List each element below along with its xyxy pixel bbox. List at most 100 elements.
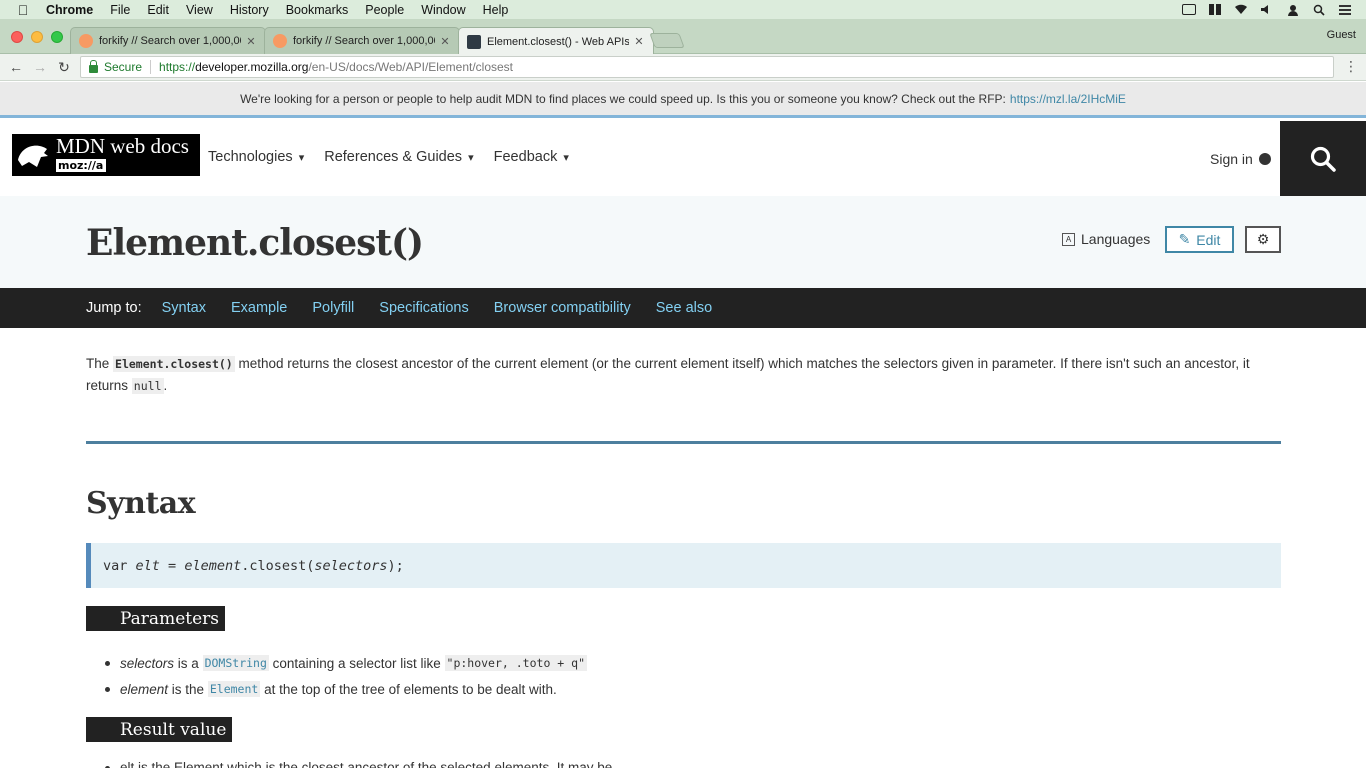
syntax-eq: =: [159, 557, 185, 574]
banner-link[interactable]: https://mzl.la/2IHcMiE: [1010, 92, 1126, 106]
tab-forkify-2[interactable]: forkify // Search over 1,000,000 ✕: [264, 27, 460, 54]
tab-close-icon[interactable]: ✕: [245, 35, 257, 48]
inline-code: "p:hover, .toto + q": [444, 655, 587, 671]
param-text: is the: [171, 681, 205, 697]
menu-edit[interactable]: Edit: [147, 3, 169, 17]
mdn-logo[interactable]: MDN web docs moz://a: [12, 134, 200, 176]
jump-bar: Jump to: Syntax Example Polyfill Specifi…: [0, 288, 1366, 328]
tab-title: forkify // Search over 1,000,000: [293, 35, 435, 47]
url-separator: [150, 60, 152, 74]
syntax-close: );: [387, 557, 404, 574]
new-tab-button[interactable]: [649, 33, 685, 48]
jump-link-specifications[interactable]: Specifications: [379, 300, 468, 316]
tiles-icon[interactable]: [1208, 4, 1222, 16]
param-term: selectors: [120, 655, 175, 671]
jump-label: Jump to:: [86, 300, 142, 316]
syntax-method: .closest(: [241, 557, 315, 574]
maximize-window-button[interactable]: [51, 31, 63, 43]
nav-references-guides[interactable]: References & Guides: [324, 149, 473, 165]
parameters-list: selectors is a DOMString containing a se…: [105, 650, 587, 702]
logo-text: MDN web docs moz://a: [54, 134, 200, 176]
element-link[interactable]: Element: [207, 681, 261, 697]
menu-help[interactable]: Help: [483, 3, 509, 17]
tab-title: forkify // Search over 1,000,000: [99, 35, 241, 47]
wifi-icon[interactable]: [1234, 4, 1248, 16]
back-arrow-icon[interactable]: ←: [4, 59, 28, 75]
section-divider: [86, 441, 1281, 444]
menu-file[interactable]: File: [110, 3, 130, 17]
reload-icon[interactable]: ↻: [52, 59, 76, 76]
mdn-favicon-icon: [467, 34, 481, 49]
tab-element-closest[interactable]: Element.closest() - Web APIs ✕: [458, 27, 654, 55]
jump-link-see-also[interactable]: See also: [656, 300, 712, 316]
jump-link-browser-compatibility[interactable]: Browser compatibility: [494, 300, 631, 316]
url-scheme: https://: [159, 60, 196, 74]
tab-forkify-1[interactable]: forkify // Search over 1,000,000 ✕: [70, 27, 266, 54]
logo-mozilla: moz://a: [56, 159, 106, 172]
browser-toolbar: ← → ↻ Secure https://developer.mozilla.o…: [0, 54, 1366, 81]
syntax-heading: Syntax: [86, 486, 196, 521]
result-partial-text: elt is the Element which is the closest …: [105, 760, 612, 768]
user-icon[interactable]: [1286, 4, 1300, 16]
languages-button[interactable]: A Languages: [1062, 231, 1150, 247]
window-controls: [11, 31, 63, 43]
search-button[interactable]: [1280, 121, 1366, 196]
spotlight-icon[interactable]: [1312, 4, 1326, 16]
forward-arrow-icon[interactable]: →: [28, 59, 52, 75]
jump-link-example[interactable]: Example: [231, 300, 287, 316]
edit-button[interactable]: ✎ Edit: [1165, 226, 1234, 253]
dinosaur-icon: [12, 134, 54, 176]
intro-paragraph: The Element.closest() method returns the…: [86, 353, 1281, 397]
nav-technologies[interactable]: Technologies: [208, 149, 304, 165]
screen-record-icon[interactable]: [1182, 4, 1196, 16]
languages-label: Languages: [1081, 231, 1151, 247]
menu-view[interactable]: View: [186, 3, 213, 17]
tab-title: Element.closest() - Web APIs: [487, 35, 629, 48]
main-nav: Technologies References & Guides Feedbac…: [208, 149, 569, 165]
lock-icon: [89, 60, 98, 73]
inline-code: Element.closest(): [113, 356, 235, 372]
url-host: developer.mozilla.org: [195, 60, 309, 74]
intro-text: The: [86, 356, 110, 371]
syntax-object: element: [184, 557, 242, 574]
volume-icon[interactable]: [1260, 4, 1274, 16]
menu-history[interactable]: History: [230, 3, 269, 17]
intro-text: .: [163, 378, 168, 393]
menu-people[interactable]: People: [365, 3, 404, 17]
url-path: /en-US/docs/Web/API/Element/closest: [308, 60, 514, 74]
gear-icon: ⚙: [1256, 231, 1270, 247]
page-title: Element.closest(): [86, 222, 424, 264]
logo-title: MDN web docs: [56, 134, 189, 158]
syntax-arg: selectors: [314, 557, 388, 574]
apple-icon[interactable]: : [16, 2, 30, 18]
secure-label: Secure: [104, 60, 143, 74]
menu-app-name[interactable]: Chrome: [46, 3, 93, 17]
tab-close-icon[interactable]: ✕: [633, 35, 645, 48]
address-bar[interactable]: Secure https://developer.mozilla.org/en-…: [80, 56, 1334, 78]
param-term: element: [120, 681, 169, 697]
intro-text: method returns the closest ancestor of t…: [86, 356, 1250, 393]
browser-menu-icon[interactable]: ⋮: [1344, 58, 1358, 75]
edit-label: Edit: [1196, 231, 1221, 248]
param-text: is a: [177, 655, 199, 671]
notification-center-icon[interactable]: [1338, 4, 1352, 16]
domstring-link[interactable]: DOMString: [202, 655, 269, 671]
nav-feedback[interactable]: Feedback: [494, 149, 569, 165]
param-text: containing a selector list like: [272, 655, 441, 671]
sign-in-link[interactable]: Sign in: [1210, 151, 1271, 167]
syntax-var: elt: [135, 557, 160, 574]
settings-button[interactable]: ⚙: [1245, 226, 1281, 253]
profile-guest[interactable]: Guest: [1327, 29, 1356, 41]
mac-menubar:  Chrome File Edit View History Bookmark…: [0, 0, 1366, 19]
jump-link-syntax[interactable]: Syntax: [162, 300, 206, 316]
tab-close-icon[interactable]: ✕: [439, 35, 451, 48]
announcement-banner: We're looking for a person or people to …: [0, 82, 1366, 118]
menu-window[interactable]: Window: [421, 3, 465, 17]
minimize-window-button[interactable]: [31, 31, 43, 43]
close-window-button[interactable]: [11, 31, 23, 43]
syntax-keyword: var: [103, 557, 128, 574]
menu-bookmarks[interactable]: Bookmarks: [286, 3, 349, 17]
jump-link-polyfill[interactable]: Polyfill: [312, 300, 354, 316]
banner-text: We're looking for a person or people to …: [240, 91, 1006, 106]
result-value-heading: Result value: [86, 717, 233, 742]
